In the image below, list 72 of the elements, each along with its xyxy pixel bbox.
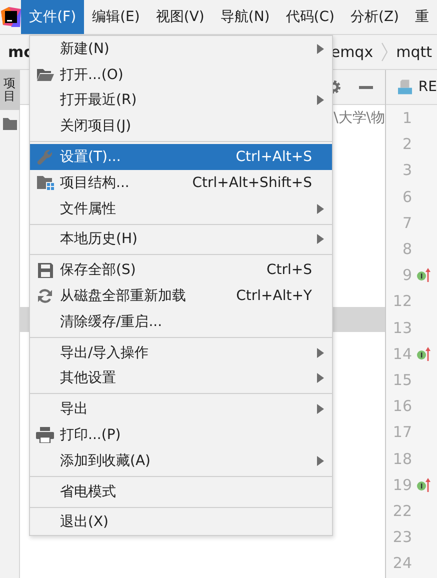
implements-marker-icon <box>417 346 431 362</box>
menu-item[interactable]: 清除缓存/重启... <box>30 308 332 335</box>
submenu-arrow-icon <box>317 204 324 214</box>
line-number: 14 <box>392 344 412 363</box>
logo-icon <box>0 7 21 27</box>
submenu-arrow-icon <box>317 456 324 466</box>
menu-item[interactable]: 导出/导入操作 <box>30 340 332 366</box>
submenu-arrow-icon <box>317 373 324 384</box>
line-number: 9 <box>401 266 412 284</box>
menu-bar-item[interactable]: 代码(C) <box>278 0 342 34</box>
menu-item[interactable]: 导出 <box>30 396 332 422</box>
menu-item[interactable]: 文件属性 <box>30 196 332 222</box>
menu-item[interactable]: 保存全部(S) Ctrl+S <box>30 257 332 284</box>
shortcut-text: Ctrl+Alt+Y <box>236 288 312 304</box>
menu-bar-item[interactable]: 分析(Z) <box>342 0 407 34</box>
menu-item[interactable]: 打开...(O) <box>30 62 332 88</box>
line-number: 13 <box>392 318 412 337</box>
line-number: 8 <box>401 240 412 258</box>
open-folder-icon <box>36 68 54 82</box>
submenu-arrow-icon <box>317 348 324 358</box>
implements-marker-icon <box>417 476 431 493</box>
menu-item[interactable]: 从磁盘全部重新加载 Ctrl+Alt+Y <box>30 283 332 309</box>
refresh-icon <box>37 288 53 304</box>
menu-bar-item[interactable]: 导航(N) <box>212 0 278 34</box>
menu-bar-item[interactable]: 文件(F) <box>21 0 84 34</box>
submenu-arrow-icon <box>317 44 324 54</box>
printer-icon <box>36 427 54 444</box>
menu-item[interactable]: 打开最近(R) <box>30 88 332 114</box>
shortcut-text: Ctrl+Alt+Shift+S <box>192 174 312 191</box>
line-number: 1 <box>401 109 412 128</box>
line-number: 3 <box>401 161 412 180</box>
line-number: 16 <box>392 397 412 416</box>
project-path: \大学\物 <box>334 109 385 127</box>
line-number: 6 <box>401 188 412 206</box>
shortcut-text: Ctrl+Alt+S <box>236 149 312 166</box>
line-number: 24 <box>392 554 412 572</box>
submenu-arrow-icon <box>317 234 324 244</box>
menu-item[interactable]: 关闭项目(J) <box>30 113 332 140</box>
line-number: 23 <box>392 528 412 546</box>
menu-bar-item[interactable]: 重 <box>407 0 437 34</box>
line-number: 2 <box>401 135 412 154</box>
menu-item[interactable]: 新建(N) <box>30 36 332 62</box>
implements-marker-icon <box>417 267 431 284</box>
line-number: 12 <box>392 292 412 310</box>
folder-icon <box>2 118 16 130</box>
menu-item[interactable]: 打印...(P) <box>30 422 332 448</box>
menu-item[interactable]: 本地历史(H) <box>30 226 332 252</box>
breadcrumb[interactable]: emqx <box>330 43 374 61</box>
menu-item[interactable]: 添加到收藏(A) <box>30 448 332 474</box>
markdown-file-icon <box>398 78 412 96</box>
menu-item[interactable]: 省电模式 <box>30 478 332 505</box>
shortcut-text: Ctrl+S <box>266 262 312 278</box>
breadcrumb[interactable]: mqtt <box>396 43 432 61</box>
wrench-icon <box>37 149 53 166</box>
folder-grid-icon <box>36 175 54 190</box>
line-number: 15 <box>392 370 412 389</box>
line-number: 22 <box>392 502 412 520</box>
minimize-icon <box>359 86 373 88</box>
menu-item[interactable]: 项目结构... Ctrl+Alt+Shift+S <box>30 170 332 196</box>
menu-bar-item[interactable]: 视图(V) <box>148 0 212 34</box>
chevron-icon <box>381 42 388 62</box>
menu-bar-item[interactable]: 编辑(E) <box>84 0 148 34</box>
menu-item[interactable]: 其他设置 <box>30 366 332 392</box>
line-number: 17 <box>392 423 412 442</box>
line-number: 19 <box>392 476 412 494</box>
line-number: 7 <box>401 214 412 232</box>
line-number: 18 <box>392 450 412 468</box>
menu-item[interactable]: 退出(X) <box>30 510 332 536</box>
submenu-arrow-icon <box>317 404 324 414</box>
project-tool-tab[interactable]: 项目 <box>0 70 20 110</box>
menu-item[interactable]: 设置(T)... Ctrl+Alt+S <box>30 144 332 170</box>
submenu-arrow-icon <box>317 95 324 106</box>
